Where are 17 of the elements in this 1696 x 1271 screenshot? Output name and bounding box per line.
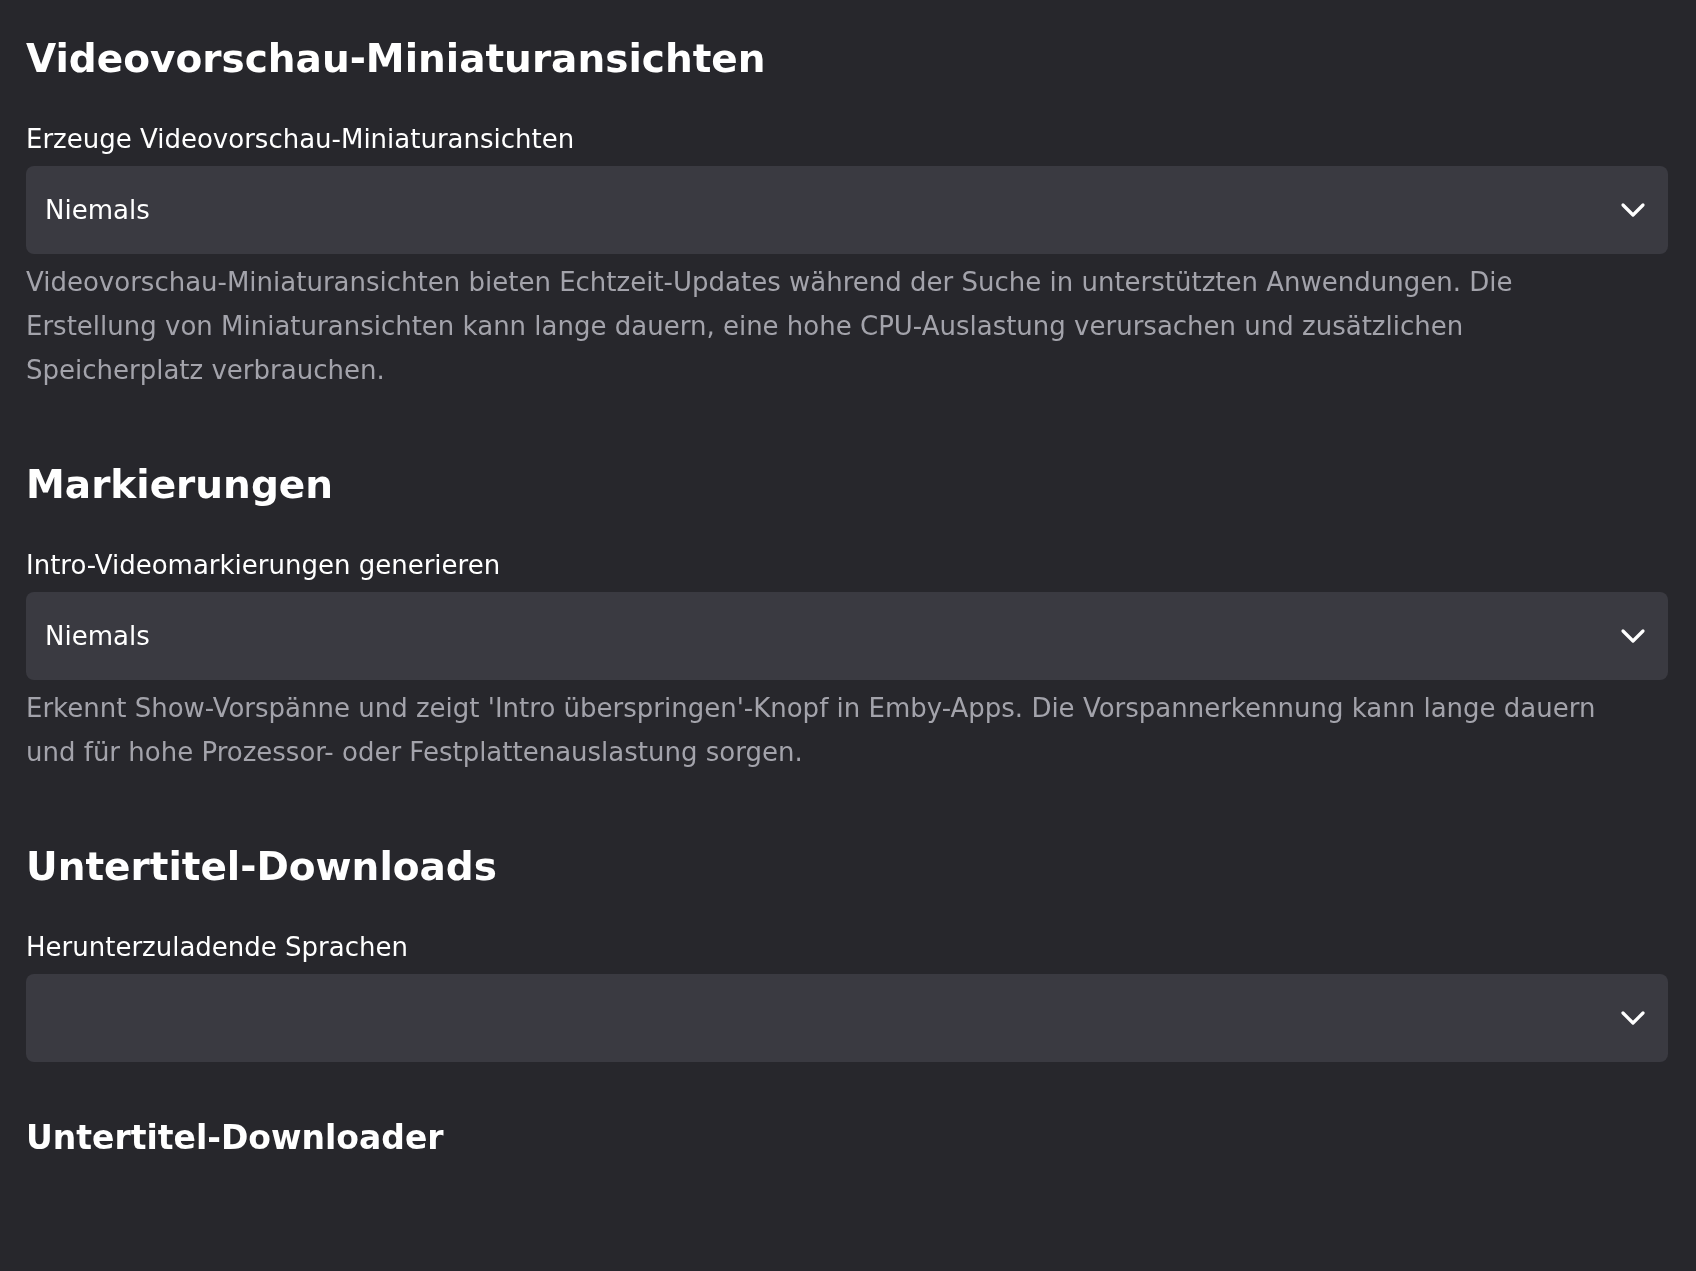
field-label: Intro-Videomarkierungen generieren xyxy=(26,549,501,582)
field-description: Videovorschau-Miniaturansichten bieten Echtzeit-Updates während der Suche in unterstützten Anwendungen. Die Erstellung von Miniaturansichten kann lange dauern, eine hohe CPU-Auslastung verursachen und zusätzlichen Speicherplatz verbrauchen. xyxy=(26,266,1514,387)
dropdown-select[interactable] xyxy=(26,974,1668,1062)
select-value: Niemals xyxy=(45,195,150,225)
dropdown-select[interactable]: Niemals xyxy=(26,592,1668,680)
chevron-down-icon xyxy=(1620,628,1646,644)
select-value: Niemals xyxy=(45,621,150,651)
section-subheading: Untertitel-Downloader xyxy=(26,1118,444,1157)
chevron-down-icon xyxy=(1620,1010,1646,1026)
field-label: Erzeuge Videovorschau-Miniaturansichten xyxy=(26,123,575,156)
chevron-down-icon xyxy=(1620,202,1646,218)
field-description: Erkennt Show-Vorspänne und zeigt 'Intro überspringen'-Knopf in Emby-Apps. Die Vorspannerkennung kann lange dauern und für hohe Prozessor- oder Festplattenauslastung sorgen. xyxy=(26,692,1597,769)
section-heading: Markierungen xyxy=(26,462,333,507)
section-heading: Videovorschau-Miniaturansichten xyxy=(26,36,766,81)
field-label: Herunterzuladende Sprachen xyxy=(26,931,408,964)
section-heading: Untertitel-Downloads xyxy=(26,844,497,889)
dropdown-select[interactable]: Niemals xyxy=(26,166,1668,254)
